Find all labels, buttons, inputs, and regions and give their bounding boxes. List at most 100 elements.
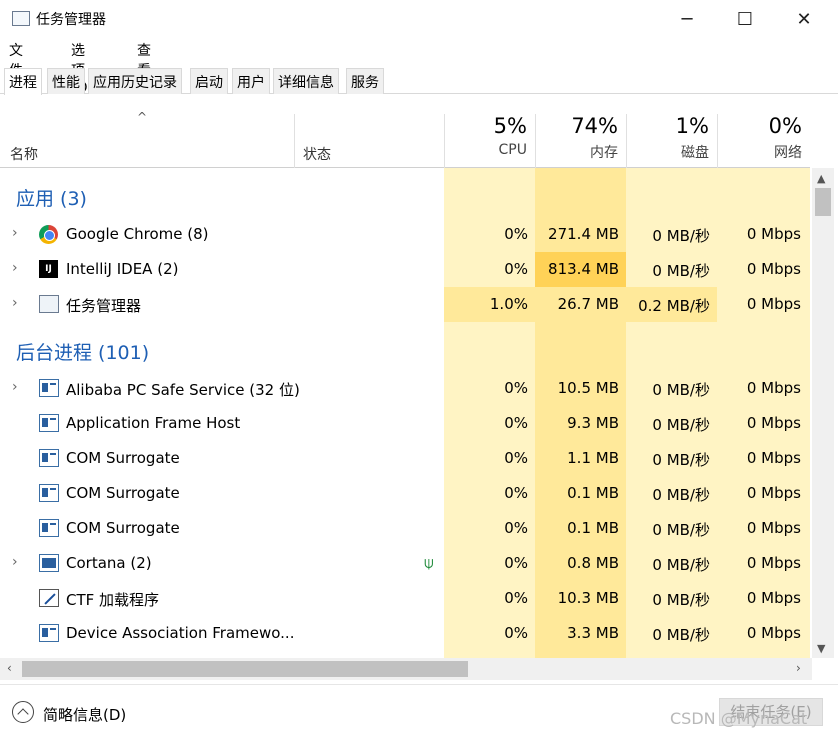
memory-value: 813.4 MB (548, 260, 619, 278)
process-row[interactable]: › 任务管理器 1.0% 26.7 MB 0.2 MB/秒 0 Mbps (0, 287, 810, 322)
horizontal-scrollbar[interactable]: ‹ › (0, 658, 812, 680)
column-disk[interactable]: 1% 磁盘 (626, 110, 717, 168)
tab-app-history[interactable]: 应用历史记录 (88, 68, 182, 94)
tab-bar: 进程 性能 应用历史记录 启动 用户 详细信息 服务 (0, 68, 838, 95)
cpu-value: 0% (504, 484, 528, 502)
process-row[interactable]: › Google Chrome (8) 0% 271.4 MB 0 MB/秒 0… (0, 217, 810, 252)
scroll-left-icon[interactable]: ‹ (7, 661, 12, 675)
scroll-up-icon[interactable]: ▲ (817, 172, 825, 185)
memory-value: 0.8 MB (567, 554, 619, 572)
disk-value: 0 MB/秒 (652, 381, 710, 399)
service-window-icon (39, 379, 59, 397)
disk-value: 0 MB/秒 (652, 521, 710, 539)
tab-users[interactable]: 用户 (232, 68, 270, 94)
sort-ascending-icon: ^ (137, 110, 148, 124)
cpu-value: 0% (504, 519, 528, 537)
vertical-scrollbar[interactable]: ▲ ▼ (812, 168, 834, 658)
disk-value: 0 MB/秒 (652, 227, 710, 245)
tab-performance[interactable]: 性能 (47, 68, 85, 94)
cpu-value: 0% (504, 414, 528, 432)
chrome-icon (39, 225, 58, 244)
network-value: 0 Mbps (746, 414, 801, 432)
memory-value: 10.3 MB (557, 589, 619, 607)
expand-chevron-icon[interactable]: › (12, 295, 18, 311)
scroll-down-icon[interactable]: ▼ (817, 642, 825, 655)
horizontal-scroll-thumb[interactable] (22, 661, 468, 677)
network-value: 0 Mbps (746, 260, 801, 278)
intellij-icon: IJ (39, 260, 58, 278)
disk-value: 0 MB/秒 (652, 556, 710, 574)
process-row[interactable]: Device Association Framewo... 0% 3.3 MB … (0, 616, 810, 651)
cpu-value: 0% (504, 554, 528, 572)
disk-label: 磁盘 (681, 145, 709, 161)
expand-chevron-icon[interactable]: › (12, 379, 18, 395)
tab-processes[interactable]: 进程 (4, 68, 42, 95)
disk-value: 0 MB/秒 (652, 591, 710, 609)
tab-details[interactable]: 详细信息 (273, 68, 339, 94)
network-value: 0 Mbps (746, 624, 801, 642)
process-row[interactable]: › Cortana (2) ⍦ 0% 0.8 MB 0 MB/秒 0 Mbps (0, 546, 810, 581)
cpu-value: 0% (504, 260, 528, 278)
column-name[interactable]: 名称 (10, 144, 38, 164)
collapse-up-icon[interactable] (12, 701, 34, 723)
column-divider[interactable] (294, 114, 295, 168)
service-window-icon (39, 624, 59, 642)
disk-value: 0 MB/秒 (652, 451, 710, 469)
column-memory[interactable]: 74% 内存 (535, 110, 626, 168)
tab-services[interactable]: 服务 (346, 68, 384, 94)
process-row[interactable]: › Alibaba PC Safe Service (32 位) 0% 10.5… (0, 371, 810, 406)
expand-chevron-icon[interactable]: › (12, 260, 18, 276)
ctf-loader-icon (39, 589, 59, 607)
close-button[interactable]: ✕ (781, 0, 827, 38)
process-name: CTF 加载程序 (66, 591, 160, 609)
tab-startup[interactable]: 启动 (190, 68, 228, 94)
footer: 简略信息(D) 结束任务(E) CSDN @MynaCat (0, 684, 838, 739)
memory-value: 1.1 MB (567, 449, 619, 467)
network-value: 0 Mbps (746, 554, 801, 572)
disk-value: 0 MB/秒 (652, 262, 710, 280)
column-cpu[interactable]: 5% CPU (444, 110, 535, 168)
vertical-scroll-thumb[interactable] (815, 188, 831, 216)
expand-chevron-icon[interactable]: › (12, 225, 18, 241)
task-manager-icon (39, 295, 59, 313)
watermark: CSDN @MynaCat (670, 709, 808, 728)
memory-value: 10.5 MB (557, 379, 619, 397)
window-title: 任务管理器 (36, 12, 106, 28)
disk-value: 0.2 MB/秒 (638, 297, 710, 315)
process-name: Application Frame Host (66, 414, 241, 432)
cpu-value: 0% (504, 449, 528, 467)
process-name: COM Surrogate (66, 484, 180, 502)
task-manager-app-icon (12, 11, 30, 26)
group-header-apps: 应用 (3) (0, 178, 810, 214)
group-title: 应用 (3) (16, 188, 87, 210)
scroll-right-icon[interactable]: › (796, 661, 801, 675)
memory-total-percent: 74% (571, 114, 618, 138)
process-row[interactable]: COM Surrogate 0% 0.1 MB 0 MB/秒 0 Mbps (0, 511, 810, 546)
network-label: 网络 (774, 145, 802, 161)
memory-value: 0.1 MB (567, 519, 619, 537)
network-value: 0 Mbps (746, 449, 801, 467)
column-status[interactable]: 状态 (303, 144, 331, 164)
cpu-value: 0% (504, 589, 528, 607)
expand-chevron-icon[interactable]: › (12, 554, 18, 570)
memory-value: 9.3 MB (567, 414, 619, 432)
brief-info-link[interactable]: 简略信息(D) (43, 704, 126, 725)
process-name: Cortana (2) (66, 554, 152, 572)
process-row[interactable]: COM Surrogate 0% 1.1 MB 0 MB/秒 0 Mbps (0, 441, 810, 476)
process-row[interactable]: COM Surrogate 0% 0.1 MB 0 MB/秒 0 Mbps (0, 476, 810, 511)
network-value: 0 Mbps (746, 519, 801, 537)
network-value: 0 Mbps (746, 589, 801, 607)
process-name: Google Chrome (8) (66, 225, 209, 243)
process-row[interactable]: CTF 加载程序 0% 10.3 MB 0 MB/秒 0 Mbps (0, 581, 810, 616)
network-total-percent: 0% (768, 114, 802, 138)
process-name: COM Surrogate (66, 519, 180, 537)
cortana-icon (39, 554, 59, 572)
minimize-button[interactable]: ─ (664, 0, 710, 38)
service-window-icon (39, 519, 59, 537)
leaf-icon: ⍦ (424, 553, 434, 572)
maximize-button[interactable]: ☐ (722, 0, 768, 38)
column-network[interactable]: 0% 网络 (717, 110, 810, 168)
process-row[interactable]: › IJ IntelliJ IDEA (2) 0% 813.4 MB 0 MB/… (0, 252, 810, 287)
process-row[interactable]: Application Frame Host 0% 9.3 MB 0 MB/秒 … (0, 406, 810, 441)
network-value: 0 Mbps (746, 295, 801, 313)
